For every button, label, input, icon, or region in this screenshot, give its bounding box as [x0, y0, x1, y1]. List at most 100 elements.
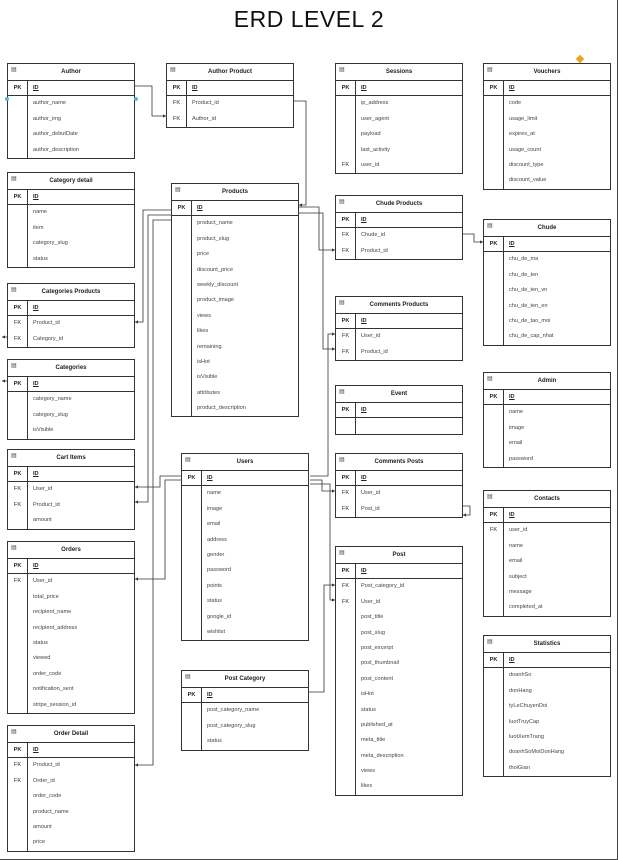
entity-field[interactable]: user_agent — [336, 111, 462, 128]
entity-field[interactable]: post_slug — [336, 625, 462, 641]
entity-cart-items[interactable]: ▤ Cart Items PK ID FK User_id FK Product_id amou… — [7, 449, 135, 530]
relationship-line[interactable] — [299, 212, 335, 350]
entity-field[interactable]: name — [484, 405, 610, 421]
entity-field[interactable]: recipient_address — [8, 620, 134, 636]
entity-field[interactable]: product_image — [172, 293, 298, 309]
entity-field[interactable]: expires_at — [484, 127, 610, 143]
entity-field[interactable]: isHot — [172, 354, 298, 371]
entity-field[interactable]: PK ID — [8, 743, 134, 759]
entity-field[interactable]: product_description — [172, 401, 298, 417]
entity-field[interactable]: PK ID — [484, 390, 610, 406]
entity-categories-products[interactable]: ▤ Categories Products PK ID FK Product_id FK Ca… — [7, 283, 135, 349]
entity-field[interactable]: chu_de_cap_nhat — [484, 329, 610, 345]
entity-field[interactable]: discount_type — [484, 157, 610, 174]
resize-handle-icon[interactable] — [5, 97, 9, 101]
entity-field[interactable]: product_slug — [172, 231, 298, 248]
entity-field[interactable]: FK Product_id — [167, 96, 293, 112]
entity-field[interactable]: FK Product_id — [336, 243, 462, 260]
entity-field[interactable]: status — [182, 734, 308, 750]
entity-field[interactable]: likes — [172, 324, 298, 340]
entity-field[interactable]: product_name — [172, 216, 298, 232]
entity-field[interactable]: category_slug — [8, 236, 134, 252]
entity-field[interactable]: PK ID — [8, 559, 134, 575]
entity-field[interactable]: usage_count — [484, 142, 610, 158]
entity-field[interactable]: doanhSo — [484, 668, 610, 684]
entity-field[interactable]: total_price — [8, 589, 134, 606]
entity-field[interactable]: doanhSoMoiDonHang — [484, 745, 610, 761]
entity-field[interactable]: google_id — [182, 609, 308, 625]
entity-field[interactable]: meta_description — [336, 748, 462, 765]
entity-field[interactable]: PK ID — [8, 301, 134, 317]
entity-author[interactable]: ▤ Author PK ID author_name author_img author_d… — [7, 63, 135, 159]
entity-admin[interactable]: ▤ Admin PK ID name image email password — [483, 372, 611, 468]
entity-field[interactable]: PK ID — [336, 471, 462, 487]
entity-field[interactable]: password — [484, 451, 610, 467]
entity-field[interactable]: amount — [8, 819, 134, 836]
entity-event[interactable]: ▤ Event PK ID — [335, 385, 463, 435]
entity-field[interactable]: FK Product_id — [8, 758, 134, 774]
entity-field[interactable]: luotXemTrang — [484, 729, 610, 746]
entity-comments-products[interactable]: ▤ Comments Products PK ID FK User_id FK Product… — [335, 296, 463, 362]
relationship-line[interactable] — [135, 475, 181, 488]
entity-header[interactable]: ▤ Categories — [8, 360, 134, 377]
entity-field[interactable]: category_name — [8, 392, 134, 408]
entity-field[interactable]: completed_at — [484, 600, 610, 616]
entity-field[interactable]: FK Product_id — [336, 344, 462, 361]
entity-header[interactable]: ▤ Users — [182, 454, 308, 471]
entity-field[interactable]: product_name — [8, 804, 134, 820]
entity-field[interactable]: thoiGian — [484, 760, 610, 777]
entity-field[interactable]: email — [182, 517, 308, 533]
entity-field[interactable]: FK User_id — [8, 482, 134, 498]
entity-chude-products[interactable]: ▤ Chude Products PK ID FK Chude_id FK Product_i… — [335, 195, 463, 261]
entity-field[interactable]: message — [484, 584, 610, 601]
entity-field[interactable]: category_slug — [8, 407, 134, 424]
entity-field[interactable]: FK Chude_id — [336, 228, 462, 244]
entity-header[interactable]: ▤ Vouchers — [484, 64, 610, 81]
entity-header[interactable]: ▤ Chude Products — [336, 196, 462, 213]
entity-field[interactable]: last_activity — [336, 142, 462, 158]
entity-category-detail[interactable]: ▤ Category detail PK ID name item category_slu… — [7, 172, 135, 268]
entity-field[interactable]: PK ID — [8, 377, 134, 393]
entity-field[interactable]: post_title — [336, 610, 462, 626]
entity-field[interactable]: PK ID — [336, 403, 462, 419]
relationship-line[interactable] — [299, 206, 335, 251]
entity-header[interactable]: ▤ Category detail — [8, 173, 134, 190]
entity-field[interactable]: PK ID — [167, 81, 293, 97]
entity-field[interactable]: PK ID — [336, 314, 462, 330]
entity-field[interactable]: author_debutDate — [8, 127, 134, 143]
entity-field[interactable]: name — [484, 538, 610, 555]
entity-field[interactable]: PK ID — [484, 653, 610, 669]
entity-header[interactable]: ▤ Statistics — [484, 636, 610, 653]
entity-field[interactable]: attributes — [172, 385, 298, 402]
entity-field[interactable]: remaining — [172, 339, 298, 355]
entity-field[interactable]: FK Product_id — [8, 497, 134, 514]
entity-field[interactable] — [336, 418, 462, 434]
entity-field[interactable]: tyLeChuyenDoi — [484, 699, 610, 715]
entity-field[interactable]: PK ID — [182, 471, 308, 487]
entity-field[interactable]: status — [8, 635, 134, 652]
entity-field[interactable]: discount_price — [172, 262, 298, 278]
entity-field[interactable]: chu_de_ten_vn — [484, 283, 610, 299]
entity-field[interactable]: stripe_session_id — [8, 697, 134, 713]
relationship-line[interactable] — [135, 219, 171, 766]
entity-products[interactable]: ▤ Products PK ID product_name product_slug pri… — [171, 183, 299, 418]
entity-field[interactable]: order_code — [8, 666, 134, 683]
entity-field[interactable]: name — [182, 486, 308, 502]
entity-comments-posts[interactable]: ▤ Comments Posts PK ID FK User_id FK Post_id — [335, 453, 463, 519]
entity-field[interactable]: viewed — [8, 651, 134, 667]
entity-field[interactable]: published_at — [336, 717, 462, 734]
entity-post-category[interactable]: ▤ Post Category PK ID post_category_name post… — [181, 670, 309, 751]
entity-header[interactable]: ▤ Orders — [8, 542, 134, 559]
entity-header[interactable]: ▤ Author Product — [167, 64, 293, 81]
entity-field[interactable]: PK ID — [484, 81, 610, 97]
entity-field[interactable]: post_category_name — [182, 703, 308, 719]
entity-field[interactable]: PK ID — [8, 81, 134, 97]
entity-field[interactable]: FK Order_id — [8, 773, 134, 790]
entity-field[interactable]: code — [484, 96, 610, 112]
entity-field[interactable]: chu_de_ten_en — [484, 298, 610, 314]
entity-field[interactable]: post_thumbnail — [336, 656, 462, 672]
relationship-line[interactable] — [135, 479, 181, 580]
entity-field[interactable]: meta_title — [336, 733, 462, 749]
entity-header[interactable]: ▤ Comments Posts — [336, 454, 462, 471]
entity-header[interactable]: ▤ Cart Items — [8, 450, 134, 467]
